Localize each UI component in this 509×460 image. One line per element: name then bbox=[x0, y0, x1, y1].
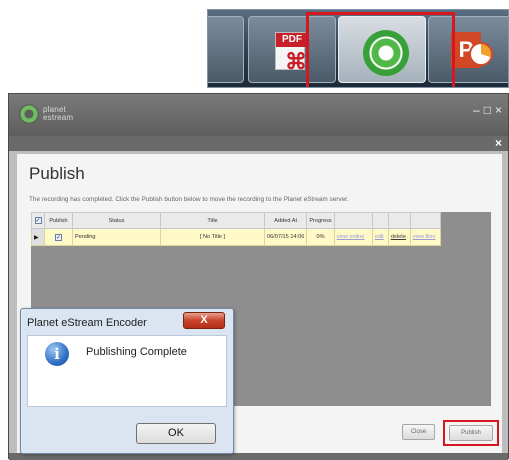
estream-logo-icon bbox=[19, 104, 39, 124]
status-cell: Pending bbox=[72, 228, 161, 246]
ok-button[interactable]: OK bbox=[136, 423, 216, 444]
publish-cell[interactable]: ✓ bbox=[44, 228, 73, 246]
header-view-files bbox=[409, 212, 441, 229]
app-brand: planet estream bbox=[43, 106, 73, 122]
view-online-link[interactable]: view online bbox=[337, 234, 365, 240]
brand-line-2: estream bbox=[43, 113, 74, 122]
minimize-button[interactable]: – bbox=[473, 103, 480, 117]
added-at-cell: 06/07/15 14:06 bbox=[263, 228, 308, 246]
view-files-link[interactable]: view files bbox=[413, 234, 436, 240]
publish-button[interactable]: Publish bbox=[449, 425, 493, 441]
info-icon: i bbox=[45, 342, 69, 366]
header-select-all[interactable]: ✓ bbox=[31, 212, 45, 229]
taskbar: PDF ⌘ P bbox=[207, 9, 509, 88]
table-row[interactable]: ▶ ✓ Pending [ No Title ] 06/07/15 14:06 … bbox=[31, 228, 441, 246]
window-controls: – □ × bbox=[469, 103, 502, 117]
maximize-button[interactable]: □ bbox=[484, 103, 491, 117]
highlight-box-publish: Publish bbox=[443, 420, 499, 446]
app-titlebar: planet estream – □ × bbox=[9, 94, 508, 136]
dialog-title: Planet eStream Encoder bbox=[27, 317, 147, 329]
message-dialog: Planet eStream Encoder X i Publishing Co… bbox=[20, 308, 234, 454]
header-title: Title bbox=[160, 212, 265, 229]
title-cell[interactable]: [ No Title ] bbox=[160, 228, 265, 246]
select-all-checkbox[interactable]: ✓ bbox=[34, 217, 42, 224]
header-edit bbox=[371, 212, 389, 229]
close-button[interactable]: Close bbox=[402, 424, 435, 440]
header-added-at: Added At bbox=[263, 212, 308, 229]
highlight-box-taskbar bbox=[306, 12, 455, 87]
header-view-online bbox=[333, 212, 373, 229]
progress-cell: 0% bbox=[306, 228, 335, 246]
page-title: Publish bbox=[29, 164, 85, 183]
publish-message: The recording has completed. Click the P… bbox=[29, 196, 349, 203]
window-close-button[interactable]: × bbox=[495, 103, 502, 117]
row-indicator: ▶ bbox=[31, 228, 45, 246]
delete-cell: delete bbox=[387, 228, 411, 246]
header-delete bbox=[387, 212, 411, 229]
delete-link[interactable]: delete bbox=[391, 234, 406, 240]
publish-checkbox[interactable]: ✓ bbox=[55, 233, 62, 241]
acrobat-pdf-icon: PDF ⌘ bbox=[269, 28, 309, 74]
view-files-cell: view files bbox=[409, 228, 441, 246]
taskbar-button-previous[interactable] bbox=[208, 16, 244, 83]
header-status: Status bbox=[72, 212, 161, 229]
row-pointer-icon: ▶ bbox=[34, 234, 39, 241]
header-publish: Publish bbox=[44, 212, 73, 229]
powerpoint-icon: P bbox=[451, 32, 493, 72]
dialog-message: Publishing Complete bbox=[86, 346, 187, 358]
dialog-close-button[interactable]: X bbox=[183, 312, 225, 329]
panel-close-button[interactable]: × bbox=[495, 136, 502, 151]
edit-link[interactable]: edit bbox=[375, 234, 384, 240]
panel-header-bar: × bbox=[9, 136, 508, 151]
edit-cell: edit bbox=[371, 228, 389, 246]
table-header-row: ✓ Publish Status Title Added At Progress bbox=[31, 212, 441, 229]
pdf-label: PDF bbox=[276, 33, 308, 47]
header-progress: Progress bbox=[306, 212, 335, 229]
view-online-cell: view online bbox=[333, 228, 373, 246]
